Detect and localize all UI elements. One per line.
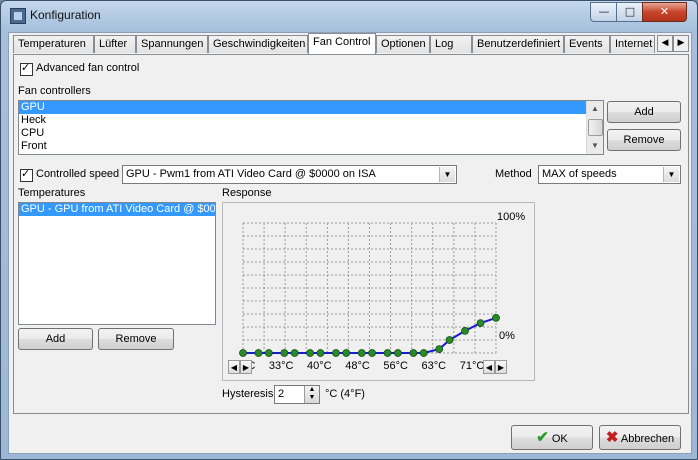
tab-events[interactable]: Events (564, 35, 610, 53)
data-point (435, 345, 444, 354)
x-tick-label: 33°C (269, 360, 294, 372)
data-point (383, 349, 392, 357)
data-point (357, 349, 366, 357)
response-top-label: 100% (497, 211, 526, 223)
tab-log[interactable]: Log (430, 35, 472, 53)
data-point (332, 349, 340, 357)
fan-controllers-label: Fan controllers (18, 85, 91, 97)
controlled-speed-value: GPU - Pwm1 from ATI Video Card @ $0000 o… (126, 168, 376, 180)
temperatures-label: Temperatures (18, 187, 86, 199)
add-fan-controller-button[interactable]: Add (607, 101, 681, 123)
tab-strip: Temperaturen Lüfter Spannungen Geschwind… (13, 33, 689, 55)
tab-scroll-left-button[interactable]: ◀ (657, 35, 673, 52)
fan-controllers-scrollbar[interactable]: ▲ ▼ (586, 101, 603, 154)
response-bottom-label: 0% (499, 330, 515, 342)
data-point (419, 349, 428, 357)
data-point (264, 349, 273, 357)
data-point (239, 349, 247, 357)
response-graph[interactable]: 25°C33°C40°C48°C56°C63°C71°C 100% 0% ◀ ▶… (222, 202, 535, 381)
pan-left-icon[interactable]: ◀ (483, 360, 495, 374)
data-point (342, 349, 351, 357)
response-chart[interactable]: 25°C33°C40°C48°C56°C63°C71°C (223, 203, 534, 380)
controlled-speed-select[interactable]: GPU - Pwm1 from ATI Video Card @ $0000 o… (122, 165, 457, 184)
config-window: Konfiguration — □ ✕ Temperaturen Lüfter … (0, 0, 698, 460)
check-icon: ✔ (536, 429, 549, 446)
app-icon (10, 8, 26, 24)
list-item[interactable]: Front (19, 140, 603, 153)
hysteresis-unit: °C (4°F) (325, 388, 365, 400)
method-select[interactable]: MAX of speeds ▼ (538, 165, 681, 184)
data-point (409, 349, 418, 357)
pan-right-icon[interactable]: ▶ (240, 360, 252, 374)
x-tick-label: 71°C (460, 360, 485, 372)
data-point (492, 314, 500, 322)
pan-left-icon[interactable]: ◀ (228, 360, 240, 374)
hysteresis-label: Hysteresis (222, 388, 274, 400)
tab-fan-control[interactable]: Fan Control (308, 33, 376, 54)
window-title: Konfiguration (30, 8, 101, 22)
data-point (306, 349, 315, 357)
remove-temperature-button[interactable]: Remove (98, 328, 174, 350)
fan-control-panel: Advanced fan control Fan controllers GPU… (13, 54, 689, 414)
advanced-fan-control-checkbox[interactable] (20, 61, 33, 76)
chevron-down-icon[interactable]: ▼ (439, 167, 455, 182)
tab-internet[interactable]: Internet (610, 35, 655, 53)
tab-scroll-right-button[interactable]: ▶ (673, 35, 689, 52)
data-point (290, 349, 299, 357)
controlled-speed-label: Controlled speed (36, 168, 120, 180)
tab-spannungen[interactable]: Spannungen (136, 35, 208, 53)
method-label: Method (495, 168, 532, 180)
scroll-up-icon[interactable]: ▲ (587, 101, 603, 117)
list-item[interactable]: GPU (19, 101, 603, 114)
x-tick-label: 40°C (307, 360, 332, 372)
ok-button[interactable]: ✔ OK (511, 425, 593, 450)
x-tick-label: 63°C (422, 360, 447, 372)
data-point (316, 349, 325, 357)
spin-arrows-icon[interactable]: ▲ ▼ (304, 386, 319, 403)
controlled-speed-checkbox[interactable] (20, 167, 33, 182)
minimize-button[interactable]: — (590, 2, 618, 22)
tab-benutzerdefiniert[interactable]: Benutzerdefiniert (472, 35, 564, 53)
close-button[interactable]: ✕ (642, 2, 687, 22)
client-area: Temperaturen Lüfter Spannungen Geschwind… (8, 32, 692, 454)
cancel-label: Abbrechen (620, 433, 675, 445)
hysteresis-value: 2 (278, 388, 285, 400)
x-tick-label: 56°C (383, 360, 408, 372)
title-bar[interactable]: Konfiguration — □ ✕ (1, 1, 697, 31)
scroll-thumb[interactable] (588, 119, 603, 136)
data-point (461, 327, 469, 335)
hysteresis-stepper[interactable]: 2 ▲ ▼ (274, 385, 320, 404)
data-point (445, 336, 454, 344)
tab-geschwindigkeiten[interactable]: Geschwindigkeiten (208, 35, 308, 53)
list-item[interactable]: GPU - GPU from ATI Video Card @ $0000 (19, 203, 215, 216)
response-label: Response (222, 187, 272, 199)
x-tick-label: 48°C (345, 360, 370, 372)
maximize-button[interactable]: □ (616, 2, 644, 22)
data-point (280, 349, 289, 357)
close-icon: ✖ (605, 429, 619, 446)
data-point (476, 319, 485, 327)
method-value: MAX of speeds (542, 168, 617, 180)
fan-controllers-list[interactable]: GPU Heck CPU Front ▲ ▼ (18, 100, 604, 155)
temperatures-list[interactable]: GPU - GPU from ATI Video Card @ $0000 (18, 202, 216, 325)
chevron-down-icon[interactable]: ▼ (663, 167, 679, 182)
ok-label: OK (551, 433, 568, 445)
data-point (393, 349, 402, 357)
tab-optionen[interactable]: Optionen (376, 35, 430, 53)
cancel-button[interactable]: ✖ Abbrechen (599, 425, 681, 450)
advanced-fan-control-label: Advanced fan control (36, 62, 140, 74)
tab-temperaturen[interactable]: Temperaturen (13, 35, 94, 53)
list-item[interactable]: CPU (19, 127, 603, 140)
add-temperature-button[interactable]: Add (18, 328, 93, 350)
tab-luefter[interactable]: Lüfter (94, 35, 136, 53)
data-point (254, 349, 263, 357)
data-point (368, 349, 376, 357)
scroll-down-icon[interactable]: ▼ (587, 138, 603, 154)
fan-controllers-items: GPU Heck CPU Front (19, 101, 603, 153)
remove-fan-controller-button[interactable]: Remove (607, 129, 681, 151)
pan-right-icon[interactable]: ▶ (495, 360, 507, 374)
list-item[interactable]: Heck (19, 114, 603, 127)
